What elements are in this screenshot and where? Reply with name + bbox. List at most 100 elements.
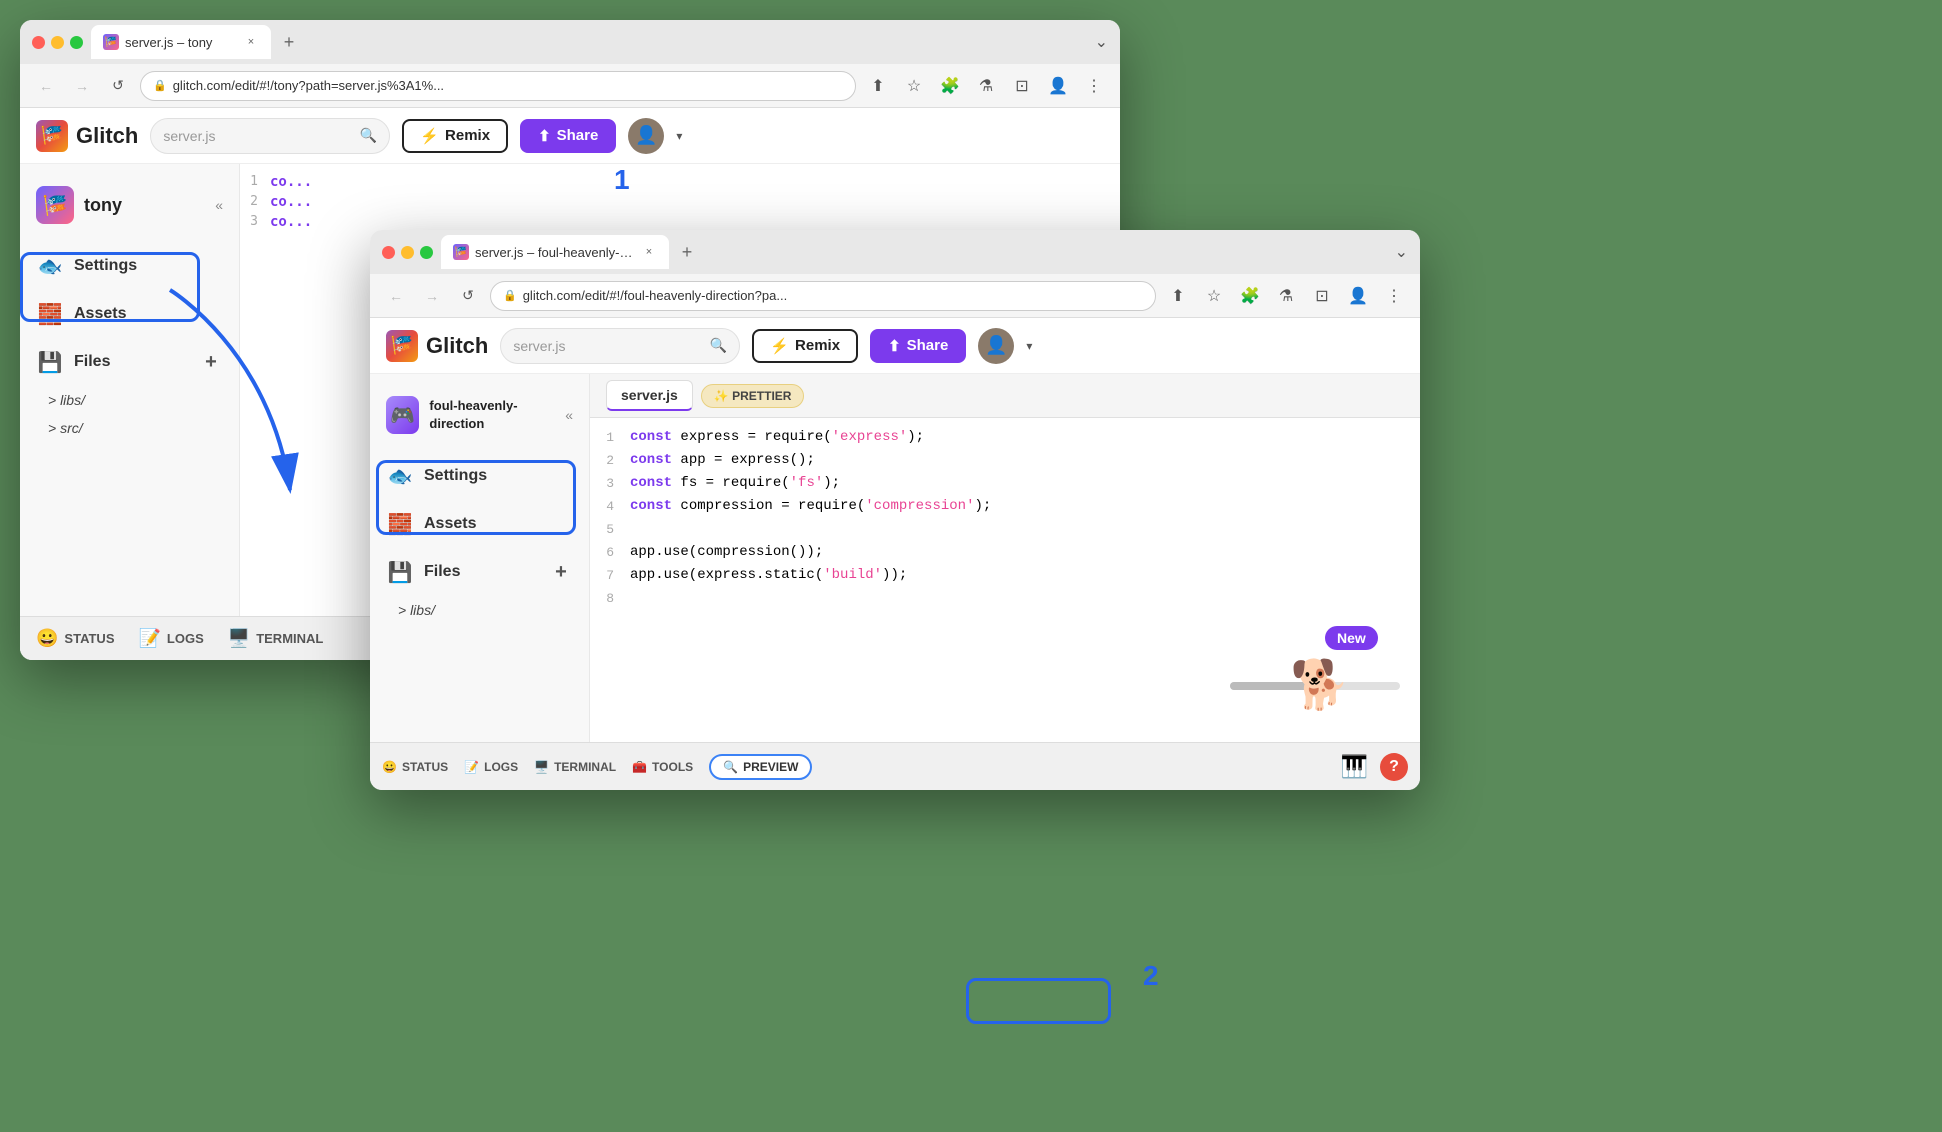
- preview-label-front: PREVIEW: [743, 760, 798, 774]
- tab-front[interactable]: 🎏 server.js – foul-heavenly-direc ×: [441, 235, 669, 269]
- line-code-1: const express = require('express');: [630, 426, 1420, 448]
- terminal-label-back: TERMINAL: [256, 631, 323, 646]
- glitch-logo-text-back: Glitch: [76, 123, 138, 149]
- extensions-back[interactable]: 🧩: [936, 72, 964, 100]
- flask-front[interactable]: ⚗: [1272, 282, 1300, 310]
- chrome-more-back[interactable]: ⌄: [1095, 32, 1108, 52]
- files-add-back[interactable]: +: [199, 350, 223, 374]
- sidebar-item-assets-back[interactable]: 🧱 Assets: [20, 290, 239, 338]
- search-icon-back: 🔍: [360, 127, 377, 144]
- menu-back[interactable]: ⋮: [1080, 72, 1108, 100]
- traffic-light-green-back[interactable]: [70, 36, 83, 49]
- bookmark-back[interactable]: ☆: [900, 72, 928, 100]
- tab-back[interactable]: 🎏 server.js – tony ×: [91, 25, 271, 59]
- search-bar-front[interactable]: server.js 🔍: [500, 328, 740, 364]
- status-item-logs-back[interactable]: 📝 LOGS: [139, 628, 204, 649]
- tab-close-back[interactable]: ×: [243, 34, 259, 50]
- profile-back[interactable]: 👤: [1044, 72, 1072, 100]
- address-bar-front[interactable]: 🔒 glitch.com/edit/#!/foul-heavenly-direc…: [490, 281, 1156, 311]
- sidebar-collapse-front[interactable]: «: [565, 407, 573, 423]
- status-item-logs-front[interactable]: 📝 LOGS: [464, 760, 518, 774]
- line-num-8: 8: [590, 587, 630, 610]
- line-num-6: 6: [590, 541, 630, 564]
- terminal-icon-front: 🖥️: [534, 760, 549, 774]
- address-bar-back[interactable]: 🔒 glitch.com/edit/#!/tony?path=server.js…: [140, 71, 856, 101]
- avatar-front[interactable]: 👤: [978, 328, 1014, 364]
- status-item-terminal-front[interactable]: 🖥️ TERMINAL: [534, 760, 616, 774]
- flask-back[interactable]: ⚗: [972, 72, 1000, 100]
- dropdown-arrow-front[interactable]: ▾: [1026, 339, 1032, 353]
- status-item-tools-front[interactable]: 🧰 TOOLS: [632, 760, 693, 774]
- code-tab-server-js[interactable]: server.js: [606, 380, 693, 411]
- line-num-7: 7: [590, 564, 630, 587]
- tab-title-back: server.js – tony: [125, 35, 212, 50]
- remix-button-back[interactable]: ⚡ Remix: [402, 119, 508, 153]
- tree-libs-front[interactable]: > libs/: [370, 596, 589, 624]
- new-tab-back[interactable]: +: [275, 28, 303, 56]
- status-item-preview-front[interactable]: 🔍 PREVIEW: [709, 754, 812, 780]
- sidebar-item-files-front[interactable]: 💾 Files +: [370, 548, 589, 596]
- nav-forward-front[interactable]: →: [418, 282, 446, 310]
- address-actions-front: ⬆ ☆ 🧩 ⚗ ⊡ 👤 ⋮: [1164, 282, 1408, 310]
- glitch-logo-icon-back: 🎏: [36, 120, 68, 152]
- code-line-6: 6 app.use(compression());: [590, 541, 1420, 564]
- nav-refresh-front[interactable]: ↺: [454, 282, 482, 310]
- traffic-light-green-front[interactable]: [420, 246, 433, 259]
- sidebar-item-settings-back[interactable]: 🐟 Settings: [20, 242, 239, 290]
- avatar-back[interactable]: 👤: [628, 118, 664, 154]
- files-add-front[interactable]: +: [549, 560, 573, 584]
- nav-back-back[interactable]: ←: [32, 72, 60, 100]
- tab-title-front: server.js – foul-heavenly-direc: [475, 245, 635, 260]
- remix-icon-back: ⚡: [420, 127, 439, 145]
- nav-forward-back[interactable]: →: [68, 72, 96, 100]
- status-icon-back: 😀: [36, 628, 58, 649]
- sidebar-item-files-back[interactable]: 💾 Files +: [20, 338, 239, 386]
- files-label-front: Files: [424, 563, 460, 581]
- profile-front[interactable]: 👤: [1344, 282, 1372, 310]
- sidebar-item-assets-front[interactable]: 🧱 Assets: [370, 500, 589, 548]
- remix-button-front[interactable]: ⚡ Remix: [752, 329, 858, 363]
- tab-close-front[interactable]: ×: [641, 244, 657, 260]
- terminal-icon-back: 🖥️: [228, 628, 250, 649]
- code-line-8: 8: [590, 587, 1420, 610]
- status-item-terminal-back[interactable]: 🖥️ TERMINAL: [228, 628, 324, 649]
- share-button-front[interactable]: ⬆ Share: [870, 329, 966, 363]
- fullscreen-front[interactable]: ⊡: [1308, 282, 1336, 310]
- chrome-more-front[interactable]: ⌄: [1395, 242, 1408, 262]
- piano-icon: 🎹: [1341, 754, 1368, 780]
- project-header-front: 🎮 foul-heavenly-direction «: [370, 386, 589, 444]
- code-line-5: 5: [590, 518, 1420, 541]
- share-page-back[interactable]: ⬆: [864, 72, 892, 100]
- line-code-7: app.use(express.static('build'));: [630, 564, 1420, 586]
- nav-refresh-back[interactable]: ↺: [104, 72, 132, 100]
- prettier-button[interactable]: ✨ PRETTIER: [701, 384, 805, 408]
- glitch-logo-text-front: Glitch: [426, 333, 488, 359]
- piano-button[interactable]: 🎹: [1341, 754, 1368, 780]
- traffic-light-yellow-front[interactable]: [401, 246, 414, 259]
- status-item-status-front[interactable]: 😀 STATUS: [382, 760, 448, 774]
- share-icon-back: ⬆: [538, 127, 551, 145]
- traffic-light-red-back[interactable]: [32, 36, 45, 49]
- share-button-back[interactable]: ⬆ Share: [520, 119, 616, 153]
- dropdown-arrow-back[interactable]: ▾: [676, 129, 682, 143]
- sidebar-collapse-back[interactable]: «: [215, 197, 223, 213]
- status-item-status-back[interactable]: 😀 STATUS: [36, 628, 115, 649]
- extensions-front[interactable]: 🧩: [1236, 282, 1264, 310]
- nav-back-front[interactable]: ←: [382, 282, 410, 310]
- share-page-front[interactable]: ⬆: [1164, 282, 1192, 310]
- tree-src-back[interactable]: > src/: [20, 414, 239, 442]
- traffic-light-red-front[interactable]: [382, 246, 395, 259]
- traffic-light-yellow-back[interactable]: [51, 36, 64, 49]
- traffic-lights-back: [32, 36, 83, 49]
- sidebar-item-settings-front[interactable]: 🐟 Settings: [370, 452, 589, 500]
- status-label-back: STATUS: [64, 631, 114, 646]
- tree-libs-back[interactable]: > libs/: [20, 386, 239, 414]
- search-bar-back[interactable]: server.js 🔍: [150, 118, 390, 154]
- logs-label-back: LOGS: [167, 631, 204, 646]
- bookmark-front[interactable]: ☆: [1200, 282, 1228, 310]
- fullscreen-back[interactable]: ⊡: [1008, 72, 1036, 100]
- help-button[interactable]: ?: [1380, 753, 1408, 781]
- new-tab-front[interactable]: +: [673, 238, 701, 266]
- menu-front[interactable]: ⋮: [1380, 282, 1408, 310]
- tab-favicon-front: 🎏: [453, 244, 469, 260]
